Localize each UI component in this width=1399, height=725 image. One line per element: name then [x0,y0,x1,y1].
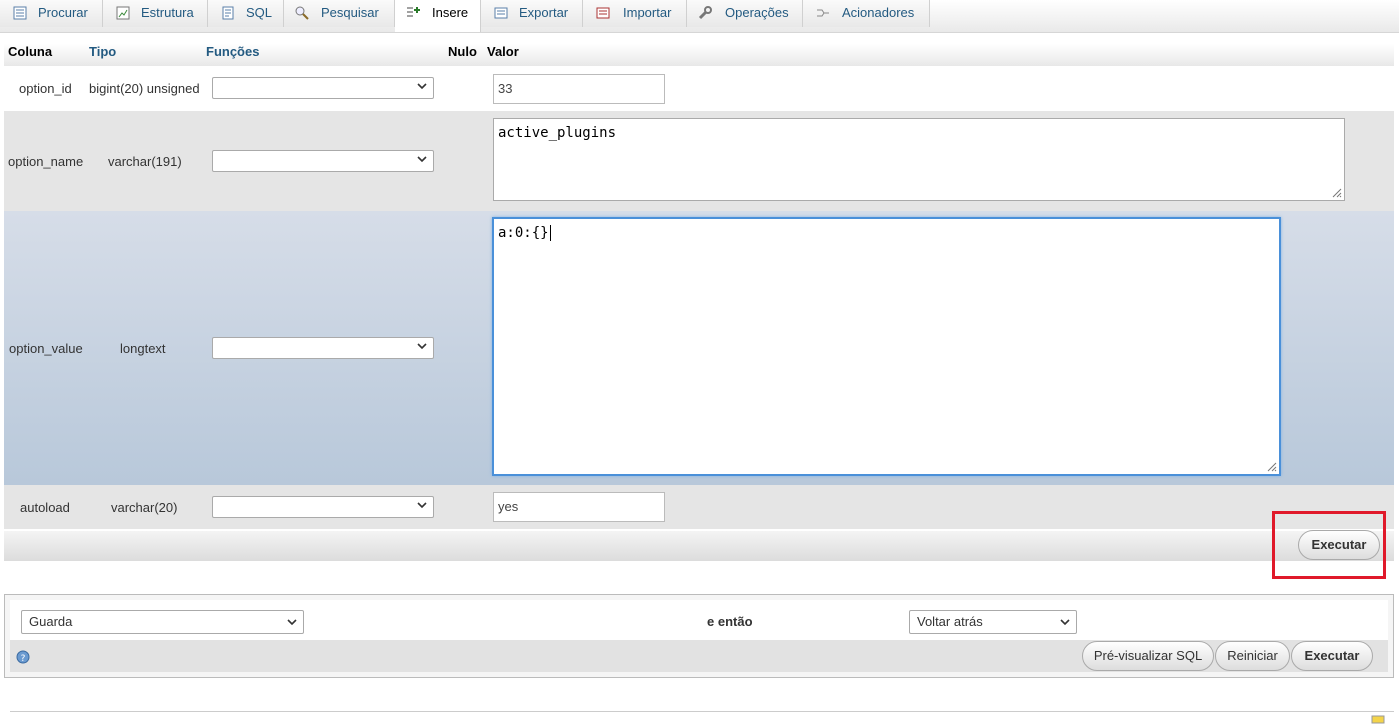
browse-icon [13,6,27,20]
tab-label: Acionadores [842,5,915,20]
preview-sql-button[interactable]: Pré-visualizar SQL [1082,641,1214,671]
tab-label: Importar [623,5,672,20]
panel-buttons-row: ? Pré-visualizar SQL Reiniciar Executar [10,640,1388,672]
tab-label: Pesquisar [321,5,379,20]
tab-label: Insere [432,5,469,20]
svg-text:?: ? [21,654,26,664]
function-select[interactable] [212,337,434,359]
panel-options-row: Guarda e então Voltar atrás [10,600,1388,640]
column-type: longtext [120,341,166,356]
column-name: option_value [9,341,83,356]
chevron-down-icon [417,156,427,163]
value-input[interactable]: yes [493,492,665,522]
tab-label: SQL [246,5,273,20]
value-text: a:0:{} [498,225,549,241]
value-text: active_plugins [498,125,617,141]
tab-insere[interactable]: Insere [395,0,481,32]
sql-icon [222,6,234,20]
tab-estrutura[interactable]: Estrutura [103,0,208,27]
value-textarea[interactable]: active_plugins [493,118,1345,201]
help-icon[interactable]: ? [16,650,30,664]
action-select[interactable]: Guarda [21,610,304,634]
column-type: varchar(191) [108,154,182,169]
table-row: option_value longtext a:0:{} [4,211,1394,485]
value-textarea[interactable]: a:0:{} [492,217,1281,476]
tab-acionadores[interactable]: Acionadores [803,0,930,27]
resize-grip-icon[interactable] [1330,186,1342,198]
text-cursor [549,225,551,241]
table-row: option_id bigint(20) unsigned 33 [4,66,1394,111]
table-row: autoload varchar(20) yes [4,485,1394,529]
header-valor: Valor [487,44,519,59]
insert-icon [407,7,420,17]
column-name: option_name [8,154,84,169]
column-type: bigint(20) unsigned [89,81,200,96]
tab-procurar[interactable]: Procurar [0,0,103,27]
after-insert-select[interactable]: Voltar atrás [909,610,1077,634]
tab-importar[interactable]: Importar [583,0,687,27]
triggers-icon [817,9,829,17]
value-input[interactable]: 33 [493,74,665,104]
execute-button-bottom[interactable]: Executar [1291,641,1373,671]
import-icon [596,7,610,19]
structure-icon [116,6,130,20]
chevron-down-icon [417,343,427,350]
highlight-box [1272,511,1386,579]
tab-bar: Procurar Estrutura SQL Pesquisar Insere … [0,0,1399,33]
tab-label: Operações [725,5,789,20]
wrench-icon [698,6,712,20]
bottom-panel: Guarda e então Voltar atrás ? Pré-visual… [4,594,1394,678]
reset-button[interactable]: Reiniciar [1215,641,1290,671]
header-tipo[interactable]: Tipo [89,44,116,59]
console-icon[interactable] [1371,714,1385,724]
table-row: option_name varchar(191) active_plugins [4,111,1394,211]
search-icon [295,6,309,20]
function-select[interactable] [212,77,434,99]
chevron-down-icon [287,619,297,626]
action-select-value: Guarda [29,614,73,629]
tab-label: Estrutura [141,5,194,20]
column-type: varchar(20) [111,500,178,515]
execute-bar [4,531,1394,561]
tab-pesquisar[interactable]: Pesquisar [284,0,395,27]
tab-exportar[interactable]: Exportar [481,0,583,27]
chevron-down-icon [417,83,427,90]
resize-grip-icon[interactable] [1265,460,1277,472]
function-select[interactable] [212,150,434,172]
tab-operacoes[interactable]: Operações [687,0,803,27]
divider [10,711,1394,712]
tab-sql[interactable]: SQL [208,0,284,27]
export-icon [494,7,508,19]
column-name: option_id [19,81,72,96]
column-name: autoload [20,500,70,515]
tab-label: Procurar [38,5,88,20]
header-nulo: Nulo [448,44,477,59]
then-label: e então [707,614,753,629]
header-funcoes[interactable]: Funções [206,44,259,59]
header-coluna: Coluna [8,44,53,59]
chevron-down-icon [1060,619,1070,626]
after-select-value: Voltar atrás [917,614,983,629]
tab-label: Exportar [519,5,569,20]
function-select[interactable] [212,496,434,518]
chevron-down-icon [417,502,427,509]
